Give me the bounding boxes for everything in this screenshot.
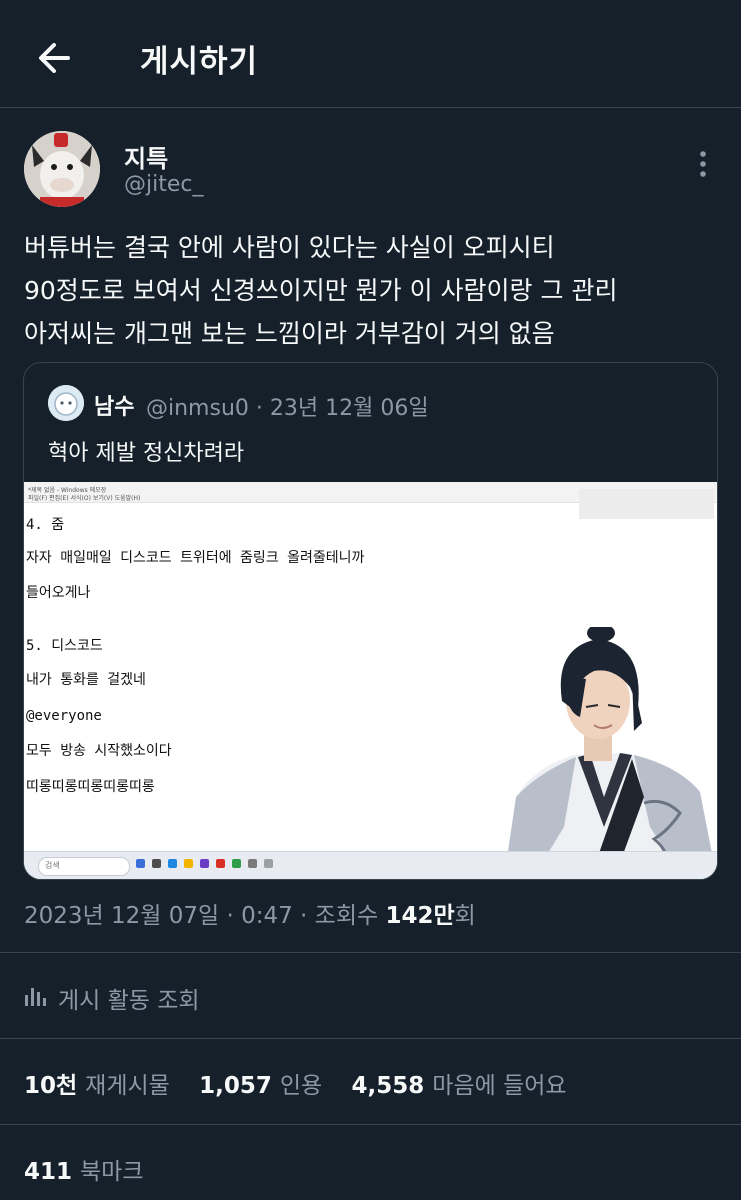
bookmarks-label: 북마크 — [80, 1159, 144, 1185]
taskbar-app-icon — [168, 859, 177, 868]
quotes-stat[interactable]: 1,057 인용 — [199, 1066, 322, 1100]
retweets-count: 10천 — [24, 1073, 78, 1099]
note-line: 내가 통화를 걸겠네 — [26, 672, 146, 688]
tweet-text-line: 아저씨는 개그맨 보는 느낌이라 거부감이 거의 없음 — [24, 319, 555, 348]
note-line: 모두 방송 시작했소이다 — [26, 743, 172, 759]
note-line: 띠롱띠롱띠롱띠롱띠롱 — [26, 779, 155, 795]
taskbar-search: 검색 — [38, 857, 130, 876]
taskbar-app-icon — [248, 859, 257, 868]
window-panel — [579, 489, 714, 519]
tweet-text: 버튜버는 결국 안에 사람이 있다는 사실이 오피시티 90정도로 보여서 신경… — [24, 226, 724, 355]
windows-taskbar: 검색 — [24, 851, 717, 879]
post-timestamp: 2023년 12월 07일 · 0:47 · 조회수 142만회 — [24, 896, 476, 930]
taskbar-app-icon — [216, 859, 225, 868]
timestamp-date: 2023년 12월 07일 · 0:47 · 조회수 — [24, 903, 386, 929]
likes-count: 4,558 — [351, 1073, 425, 1099]
taskbar-search-text: 검색 — [45, 861, 60, 870]
author-handle[interactable]: @jitec_ — [124, 172, 203, 197]
note-line: @everyone — [26, 708, 102, 724]
divider — [0, 1124, 741, 1125]
engagement-stats: 10천 재게시물 1,057 인용 4,558 마음에 들어요 — [24, 1066, 589, 1100]
note-line: 들어오게나 — [26, 585, 91, 601]
bookmarks-stat[interactable]: 411 북마크 — [24, 1152, 144, 1186]
taskbar-app-icon — [232, 859, 241, 868]
author-avatar[interactable] — [24, 131, 100, 207]
quotes-label: 인용 — [279, 1073, 323, 1099]
back-button[interactable] — [34, 38, 74, 78]
tweet-text-line: 90정도로 보여서 신경쓰이지만 뭔가 이 사람이랑 그 관리 — [24, 276, 618, 305]
note-line: 4. 줌 — [26, 517, 65, 533]
view-count-suffix: 회 — [454, 903, 476, 929]
note-line: 자자 매일매일 디스코드 트위터에 줌링크 올려줄테니까 — [26, 550, 365, 566]
quote-meta: @inmsu0 · 23년 12월 06일 — [146, 396, 429, 421]
divider — [0, 952, 741, 953]
divider — [0, 1038, 741, 1039]
quotes-count: 1,057 — [199, 1073, 272, 1099]
retweets-stat[interactable]: 10천 재게시물 — [24, 1066, 170, 1100]
more-vertical-icon — [700, 151, 706, 177]
taskbar-app-icon — [264, 859, 273, 868]
vtuber-character — [504, 627, 717, 879]
view-count: 142만 — [385, 903, 455, 929]
quote-media-image[interactable]: *제목 없음 - Windows 메모장 파일(F) 편집(E) 서식(O) 보… — [24, 482, 717, 879]
taskbar-app-icon — [184, 859, 193, 868]
taskbar-app-icon — [200, 859, 209, 868]
quote-author-avatar — [48, 385, 84, 421]
taskbar-app-icon — [152, 859, 161, 868]
retweets-label: 재게시물 — [85, 1073, 170, 1099]
likes-stat[interactable]: 4,558 마음에 들어요 — [352, 1066, 567, 1100]
author-name[interactable]: 지특 — [124, 139, 168, 174]
more-options-button[interactable] — [690, 148, 716, 182]
page-title: 게시하기 — [140, 44, 259, 80]
top-bar: 게시하기 — [0, 0, 741, 108]
arrow-left-icon — [39, 43, 70, 73]
bar-chart-icon — [25, 988, 46, 1006]
taskbar-app-icon — [136, 859, 145, 868]
quoted-tweet[interactable]: 남수 @inmsu0 · 23년 12월 06일 혁아 제발 정신차려라 *제목… — [23, 362, 718, 880]
note-line: 5. 디스코드 — [26, 638, 103, 654]
likes-label: 마음에 들어요 — [432, 1073, 567, 1099]
post-activity-label: 게시 활동 조회 — [58, 988, 200, 1014]
notepad-menu: 파일(F) 편집(E) 서식(O) 보기(V) 도움말(H) — [28, 495, 141, 502]
quote-author-name: 남수 — [94, 395, 135, 420]
bookmarks-count: 411 — [24, 1159, 73, 1185]
tweet-text-line: 버튜버는 결국 안에 사람이 있다는 사실이 오피시티 — [24, 233, 555, 262]
quote-text: 혁아 제발 정신차려라 — [48, 441, 245, 466]
